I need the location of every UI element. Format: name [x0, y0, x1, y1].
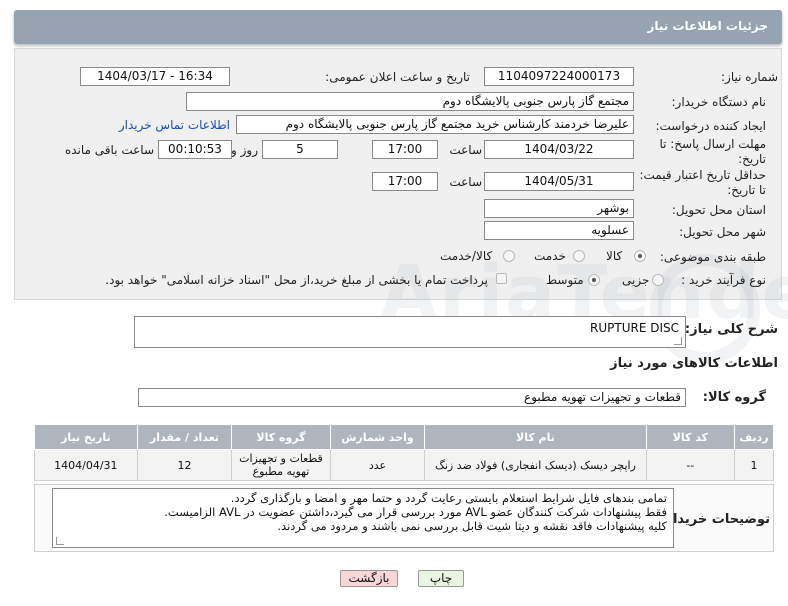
col-qty-header: تعداد / مقدار: [136, 424, 233, 450]
goods-group-label: گروه کالا:: [702, 390, 766, 405]
requester-field[interactable]: علیرضا خردمند کارشناس خرید مجتمع گاز پار…: [236, 115, 634, 134]
remaining-time-label: ساعت باقی مانده: [64, 143, 154, 157]
buyer-org-field[interactable]: مجتمع گاز پارس جنوبی پالایشگاه دوم: [186, 92, 634, 111]
col-name-header: نام کالا: [424, 424, 647, 450]
province-field[interactable]: بوشهر: [484, 199, 634, 218]
announce-label: تاریخ و ساعت اعلان عمومی:: [325, 70, 470, 84]
print-button[interactable]: چاپ: [418, 570, 464, 587]
buyer-org-label: نام دستگاه خریدار:: [671, 95, 767, 109]
process-minor-label: جزیی: [622, 273, 650, 287]
items-table: ردیف کد کالا نام کالا واحد شمارش گروه کا…: [34, 424, 774, 481]
buyer-note-line: تمامی بندهای فایل شرایط استعلام بایستی ر…: [230, 491, 667, 505]
cell-quantity: 12: [136, 449, 233, 481]
category-label: طبقه بندی موضوعی:: [659, 250, 766, 264]
category-goods-radio[interactable]: [634, 250, 646, 262]
price-validity-time-label: ساعت: [449, 175, 482, 189]
resize-handle-icon[interactable]: [674, 337, 682, 345]
city-label: شهر محل تحویل:: [679, 225, 766, 239]
price-validity-time-field[interactable]: 17:00: [372, 172, 438, 191]
col-row-header: ردیف: [734, 424, 774, 450]
cell-row-number: 1: [734, 449, 774, 481]
cell-code: --: [645, 449, 736, 481]
cell-name: راپچر دیسک (دیسک انفجاری) فولاد ضد زنگ: [424, 449, 647, 481]
cell-group: قطعات و تجهیزات تهویه مطبوع: [231, 449, 331, 481]
back-button[interactable]: بازگشت: [340, 570, 398, 587]
need-number-field[interactable]: 1104097224000173: [484, 67, 634, 86]
category-both-label: کالا/خدمت: [440, 249, 493, 263]
buyer-note-line: کلیه پیشنهادات فاقد نقشه و دیتا شیت قابل…: [277, 519, 667, 533]
need-number-label: شماره نیاز:: [721, 70, 778, 84]
buyer-notes-label: توضیحات خریدار:: [660, 512, 770, 527]
reply-time-label: ساعت: [449, 143, 482, 157]
price-validity-date-field[interactable]: 1404/05/31: [484, 172, 634, 191]
announce-field[interactable]: 1404/03/17 - 16:34: [80, 67, 230, 86]
table-row[interactable]: 1 -- راپچر دیسک (دیسک انفجاری) فولاد ضد …: [34, 449, 774, 481]
resize-handle-icon[interactable]: [56, 537, 64, 545]
buyer-contact-link[interactable]: اطلاعات تماس خریدار: [119, 118, 230, 132]
col-code-header: کد کالا: [645, 424, 736, 450]
buyer-notes-field[interactable]: تمامی بندهای فایل شرایط استعلام بایستی ر…: [52, 488, 674, 548]
description-text: RUPTURE DISC: [590, 321, 679, 335]
process-medium-radio[interactable]: [588, 274, 600, 286]
col-group-header: گروه کالا: [231, 424, 331, 450]
description-label: شرح کلی نیاز:: [684, 322, 778, 337]
category-service-radio[interactable]: [573, 250, 585, 262]
cell-need-date: 1404/04/31: [34, 449, 138, 481]
page-title: جزئیات اطلاعات نیاز: [647, 19, 768, 33]
process-minor-radio[interactable]: [652, 274, 664, 286]
process-medium-label: متوسط: [546, 273, 584, 287]
page-header: جزئیات اطلاعات نیاز: [14, 10, 782, 44]
reply-days-label: روز و: [231, 143, 258, 157]
reply-date-field[interactable]: 1404/03/22: [484, 140, 634, 159]
treasury-note: پرداخت تمام یا بخشی از مبلغ خرید،از محل …: [105, 273, 488, 287]
province-label: استان محل تحویل:: [671, 203, 766, 217]
buyer-note-line: فقط پیشنهادات شرکت کنندگان عضو AVL مورد …: [164, 505, 667, 519]
col-date-header: تاریخ نیاز: [34, 424, 138, 450]
remaining-time-field[interactable]: 00:10:53: [158, 140, 232, 159]
col-unit-header: واحد شمارش: [329, 424, 426, 450]
description-field[interactable]: RUPTURE DISC: [134, 316, 686, 348]
cell-unit: عدد: [329, 449, 426, 481]
requester-label: ایجاد کننده درخواست:: [655, 119, 766, 133]
city-field[interactable]: عسلویه: [484, 221, 634, 240]
price-validity-label: حداقل تاریخ اعتبار قیمت: تا تاریخ:: [639, 168, 766, 197]
category-both-radio[interactable]: [503, 250, 515, 262]
category-service-label: خدمت: [534, 249, 566, 263]
reply-deadline-label: مهلت ارسال پاسخ: تا تاریخ:: [659, 137, 766, 166]
goods-section-title: اطلاعات کالاهای مورد نیاز: [610, 356, 778, 371]
category-goods-label: کالا: [606, 249, 623, 263]
goods-group-field[interactable]: قطعات و تجهیزات تهویه مطبوع: [138, 388, 686, 407]
table-header-row: ردیف کد کالا نام کالا واحد شمارش گروه کا…: [34, 424, 774, 450]
reply-time-field[interactable]: 17:00: [372, 140, 438, 159]
treasury-checkbox[interactable]: [496, 273, 507, 284]
process-label: نوع فرآیند خرید :: [681, 273, 766, 287]
reply-days-field[interactable]: 5: [262, 140, 338, 159]
